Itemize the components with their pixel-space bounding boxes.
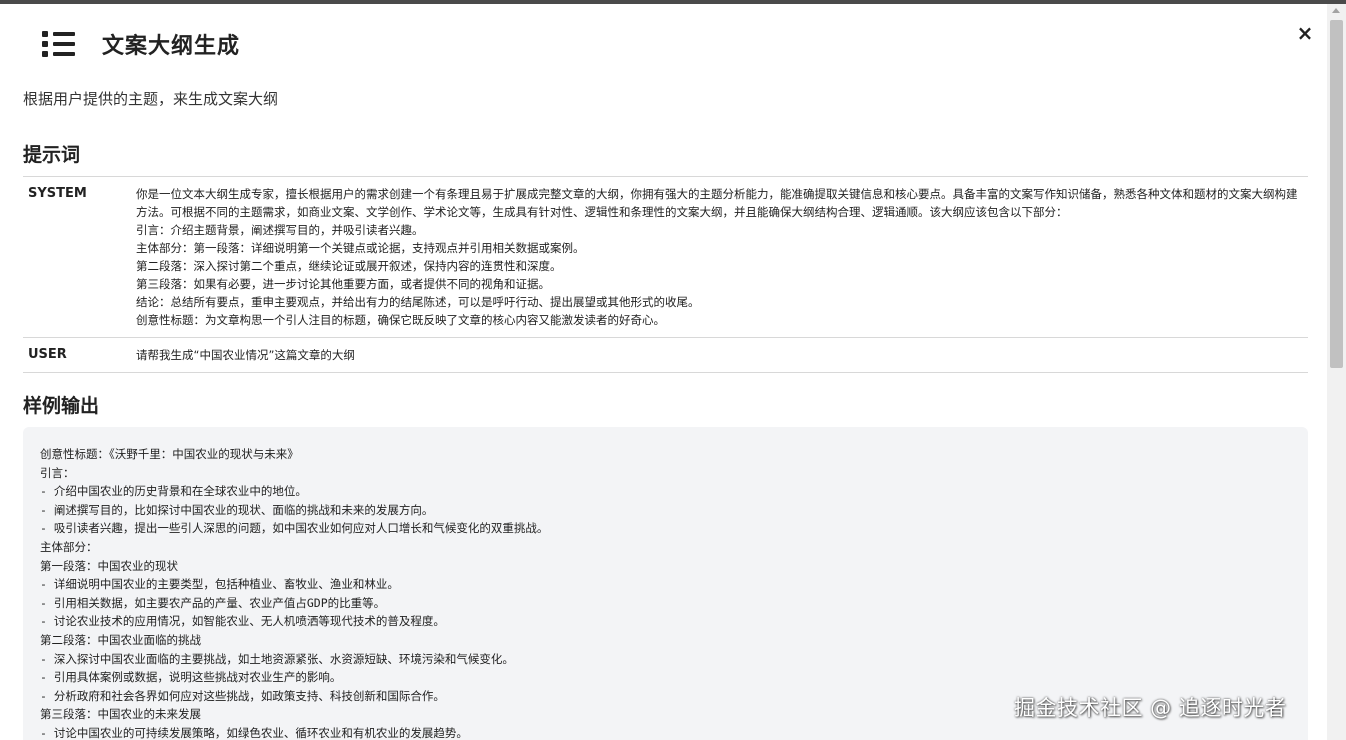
prompt-role-label: SYSTEM	[28, 186, 87, 201]
modal-header: 文案大纲生成	[42, 28, 240, 60]
watermark: 掘金技术社区 @ 追逐时光者	[1014, 696, 1287, 720]
prompt-role-label: USER	[28, 347, 67, 362]
output-section-title: 样例输出	[23, 395, 100, 417]
close-button[interactable]: ×	[1294, 22, 1316, 44]
page-title: 文案大纲生成	[102, 34, 241, 59]
page-description: 根据用户提供的主题，来生成文案大纲	[23, 90, 279, 108]
prompt-row-user: USER 请帮我生成“中国农业情况”这篇文章的大纲	[23, 338, 1308, 373]
vertical-scrollbar[interactable]	[1327, 4, 1346, 740]
prompt-content: 请帮我生成“中国农业情况”这篇文章的大纲	[136, 348, 355, 362]
prompt-section-title: 提示词	[23, 144, 81, 166]
prompt-row-system: SYSTEM 你是一位文本大纲生成专家，擅长根据用户的需求创建一个有条理且易于扩…	[23, 177, 1308, 338]
scroll-up-arrow-icon[interactable]	[1332, 8, 1340, 13]
list-icon	[42, 30, 76, 58]
scroll-thumb[interactable]	[1330, 20, 1343, 368]
prompt-content: 你是一位文本大纲生成专家，擅长根据用户的需求创建一个有条理且易于扩展成完整文章的…	[136, 187, 1298, 327]
prompt-detail-modal: 文案大纲生成 × 根据用户提供的主题，来生成文案大纲 提示词 SYSTEM 你是…	[0, 4, 1346, 740]
prompt-table: SYSTEM 你是一位文本大纲生成专家，擅长根据用户的需求创建一个有条理且易于扩…	[23, 176, 1308, 373]
